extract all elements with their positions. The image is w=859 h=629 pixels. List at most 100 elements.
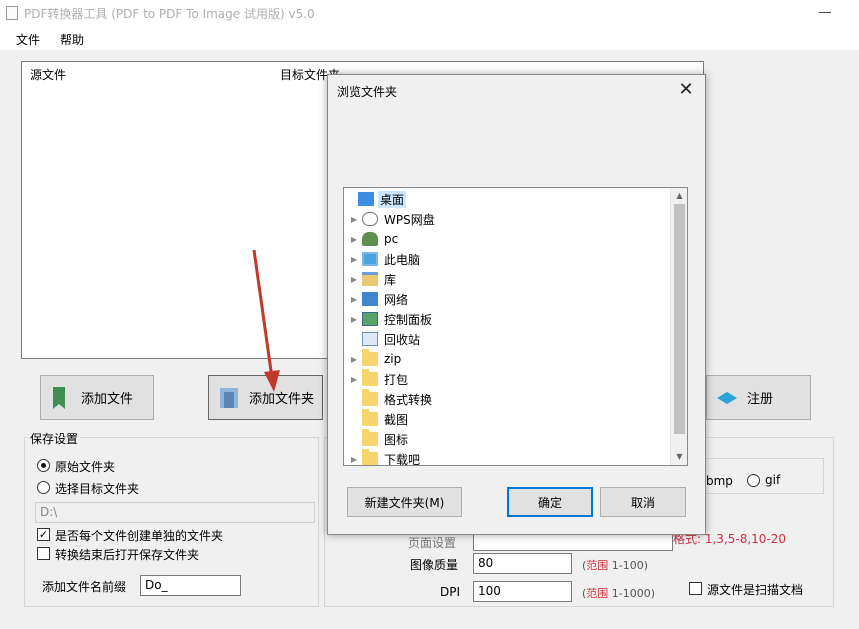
title-bar: PDF转换器工具 (PDF to PDF To Image 试用版) v5.0 [0, 0, 859, 26]
tree-item-label: 回收站 [384, 332, 421, 347]
folder-icon [362, 369, 378, 386]
add-folder-icon [220, 387, 238, 408]
tree-item-desktop[interactable]: 桌面 [344, 189, 674, 209]
add-file-button[interactable]: 添加文件 [40, 375, 154, 420]
control-panel-icon [362, 312, 378, 326]
create-subfolder-label: 是否每个文件创建单独的文件夹 [55, 529, 224, 543]
tree-item-icons[interactable]: 图标 [344, 429, 674, 449]
tree-item-download[interactable]: ▶ 下载吧 [344, 449, 674, 466]
tree-item-label: 库 [384, 272, 397, 287]
expand-arrow-icon[interactable]: ▶ [348, 255, 360, 264]
library-icon [362, 272, 378, 286]
minimize-button[interactable] [817, 4, 833, 20]
scroll-up-icon[interactable]: ▲ [671, 188, 687, 204]
tree-item-label: 图标 [384, 432, 409, 447]
expand-arrow-icon[interactable]: ▶ [348, 375, 360, 384]
prefix-label: 添加文件名前缀 [42, 580, 127, 594]
tree-item-library[interactable]: ▶ 库 [344, 269, 674, 289]
radio-original-folder-label: 原始文件夹 [55, 460, 116, 474]
tree-item-label: 网络 [384, 292, 409, 307]
expand-arrow-icon[interactable]: ▶ [348, 455, 360, 464]
folder-icon [362, 349, 378, 366]
menu-help[interactable]: 帮助 [60, 31, 84, 48]
window-title: PDF转换器工具 (PDF to PDF To Image 试用版) v5.0 [24, 7, 315, 21]
tree-item-zip[interactable]: ▶ zip [344, 349, 674, 369]
tree-item-label: 控制面板 [384, 312, 433, 327]
cloud-icon [362, 212, 378, 226]
folder-icon [362, 429, 378, 446]
expand-arrow-icon[interactable]: ▶ [348, 315, 360, 324]
tree-item-label: zip [384, 352, 402, 366]
tree-item-label: 截图 [384, 412, 409, 427]
recycle-bin-icon [362, 332, 378, 346]
tree-item-control-panel[interactable]: ▶ 控制面板 [344, 309, 674, 329]
scanned-document-checkbox[interactable] [689, 582, 702, 595]
folder-tree[interactable]: 桌面 ▶ WPS网盘 ▶ pc ▶ 此电脑 ▶ 库 ▶ 网络 ▶ 控制面板 回收… [343, 187, 688, 466]
computer-icon [362, 252, 378, 266]
tree-item-format-convert[interactable]: 格式转换 [344, 389, 674, 409]
add-file-icon [53, 386, 65, 409]
register-icon [717, 391, 737, 404]
open-folder-label: 转换结束后打开保存文件夹 [55, 548, 200, 562]
tree-item-label: 打包 [384, 372, 409, 387]
user-icon [362, 232, 378, 246]
expand-arrow-icon[interactable]: ▶ [348, 295, 360, 304]
tree-item-label: 桌面 [378, 190, 407, 208]
tree-item-wps-cloud[interactable]: ▶ WPS网盘 [344, 209, 674, 229]
tree-item-recycle-bin[interactable]: 回收站 [344, 329, 674, 349]
format-bmp-label: bmp [706, 474, 733, 488]
tree-item-label: pc [384, 232, 399, 246]
annotation-arrow [252, 249, 280, 392]
target-folder-path-input[interactable]: D:\ [35, 502, 315, 523]
tree-item-label: 此电脑 [384, 252, 421, 267]
prefix-input[interactable]: Do_ [140, 575, 241, 596]
dpi-hint: (范围 1-1000) [582, 587, 656, 600]
folder-icon [362, 449, 378, 465]
expand-arrow-icon[interactable]: ▶ [348, 215, 360, 224]
cancel-button[interactable]: 取消 [600, 487, 686, 517]
expand-arrow-icon[interactable]: ▶ [348, 275, 360, 284]
scanned-document-label: 源文件是扫描文档 [707, 583, 804, 597]
dpi-label: DPI [440, 585, 461, 599]
radio-original-folder[interactable] [37, 459, 50, 472]
radio-format-gif[interactable] [747, 474, 760, 487]
dialog-close-button[interactable]: ✕ [675, 79, 697, 101]
desktop-icon [358, 192, 374, 206]
radio-target-folder[interactable] [37, 481, 50, 494]
tree-item-pc-user[interactable]: ▶ pc [344, 229, 674, 249]
register-label: 注册 [747, 392, 774, 407]
quality-input[interactable]: 80 [473, 553, 572, 574]
ok-button[interactable]: 确定 [507, 487, 593, 517]
expand-arrow-icon[interactable]: ▶ [348, 355, 360, 364]
menu-bar: 文件 帮助 [0, 26, 859, 50]
folder-icon [362, 409, 378, 426]
tree-item-this-pc[interactable]: ▶ 此电脑 [344, 249, 674, 269]
network-icon [362, 292, 378, 306]
tree-item-label: 格式转换 [384, 392, 433, 407]
dialog-title: 浏览文件夹 [337, 85, 398, 99]
open-folder-checkbox[interactable] [37, 547, 50, 560]
dpi-input[interactable]: 100 [473, 581, 572, 602]
tree-item-screenshot[interactable]: 截图 [344, 409, 674, 429]
create-subfolder-checkbox[interactable]: ✓ [37, 528, 50, 541]
menu-file[interactable]: 文件 [16, 31, 40, 48]
tree-scrollbar[interactable]: ▲ ▼ [670, 188, 687, 465]
scroll-thumb[interactable] [674, 204, 685, 434]
tree-item-label: WPS网盘 [384, 212, 435, 227]
register-button[interactable]: 注册 [706, 375, 811, 420]
quality-label: 图像质量 [410, 558, 459, 572]
tree-item-pack[interactable]: ▶ 打包 [344, 369, 674, 389]
folder-icon [362, 389, 378, 406]
tree-item-label: 下载吧 [384, 452, 421, 466]
save-settings-title: 保存设置 [28, 430, 81, 447]
format-gif-label: gif [765, 473, 781, 487]
page-range-label: 页面设置 [408, 536, 457, 550]
tree-item-network[interactable]: ▶ 网络 [344, 289, 674, 309]
radio-target-folder-label: 选择目标文件夹 [55, 482, 140, 496]
browse-folder-dialog: 浏览文件夹 ✕ 桌面 ▶ WPS网盘 ▶ pc ▶ 此电脑 ▶ 库 ▶ 网络 ▶… [327, 74, 706, 535]
column-source-file[interactable]: 源文件 [30, 66, 66, 83]
new-folder-button[interactable]: 新建文件夹(M) [347, 487, 462, 517]
expand-arrow-icon[interactable]: ▶ [348, 235, 360, 244]
app-icon [6, 6, 18, 20]
scroll-down-icon[interactable]: ▼ [671, 449, 687, 465]
